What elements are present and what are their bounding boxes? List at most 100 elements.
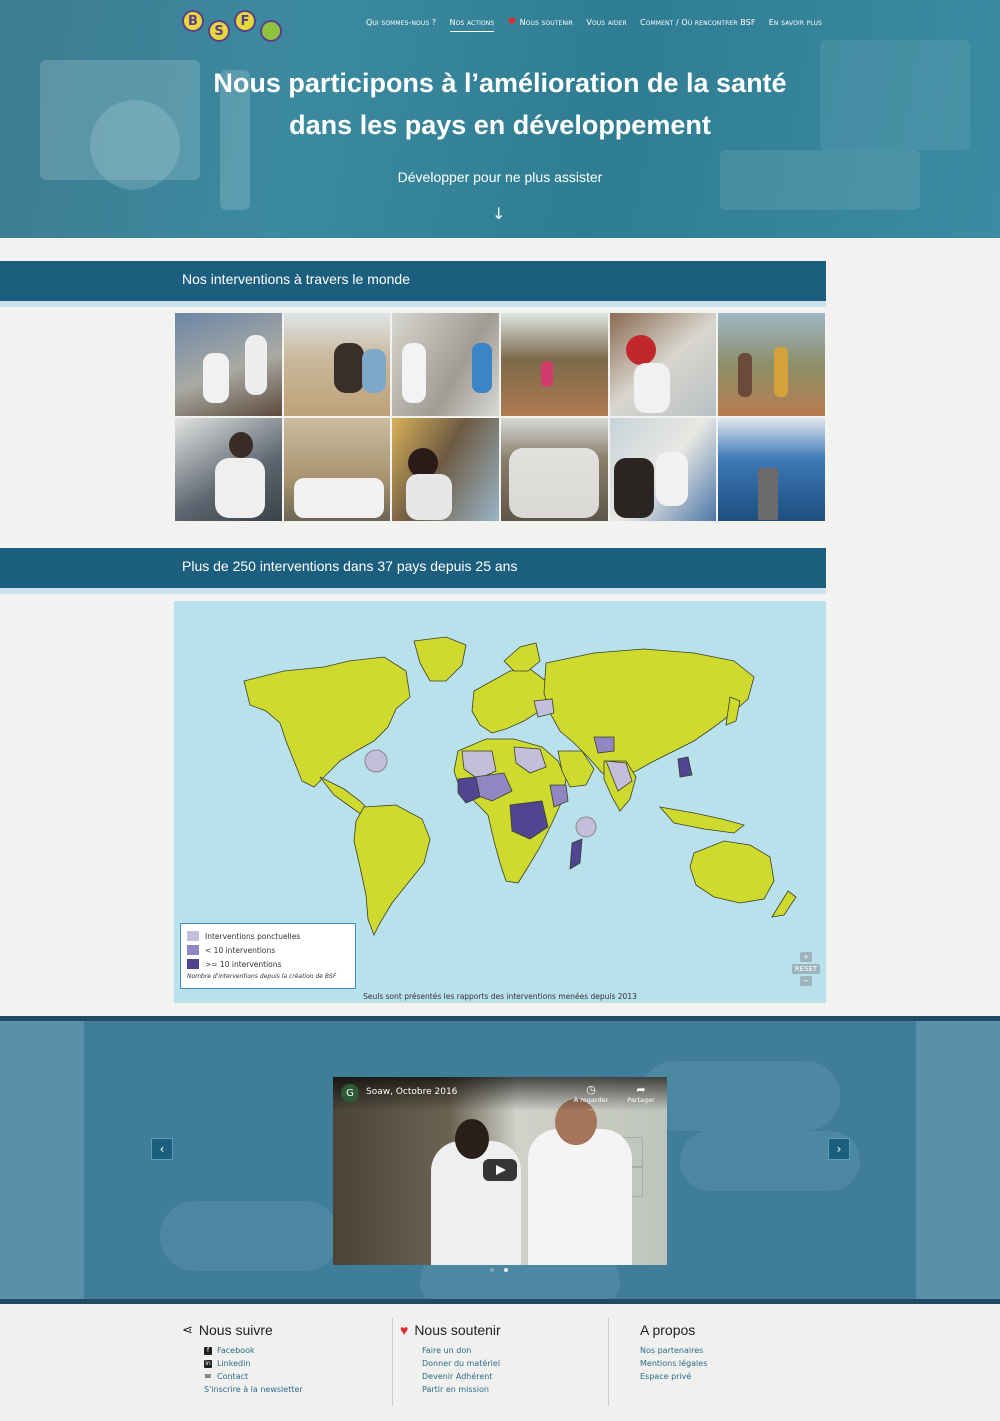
gallery-photo[interactable] <box>283 418 391 521</box>
footer-link-adherent[interactable]: Devenir Adhérent <box>422 1370 501 1383</box>
hero-title-line-1: Nous participons à l’amélioration de la … <box>213 68 787 98</box>
footer-follow-title: Nous suivre <box>198 1322 273 1338</box>
footer-link-facebook[interactable]: f Facebook <box>204 1344 303 1357</box>
footer-about: A propos Nos partenaires Mentions légale… <box>640 1322 707 1383</box>
carousel-dots <box>490 1268 508 1272</box>
footer-link-linkedin[interactable]: in Linkedin <box>204 1357 303 1370</box>
video-title[interactable]: Soaw, Octobre 2016 <box>366 1087 457 1097</box>
play-button[interactable] <box>483 1159 517 1181</box>
legend-item: >= 10 interventions <box>187 957 349 971</box>
logo-letter-s: S <box>208 20 230 42</box>
bsf-logo[interactable]: B S F <box>182 6 288 46</box>
footer-divider <box>392 1318 393 1406</box>
nav-en-savoir-plus[interactable]: En savoir plus <box>769 18 822 31</box>
map-indonesia <box>658 806 745 834</box>
map-region-dark <box>569 838 583 870</box>
footer-link-materiel[interactable]: Donner du matériel <box>422 1357 501 1370</box>
world-map[interactable]: Interventions ponctuelles < 10 intervent… <box>174 601 826 1003</box>
gallery-photo[interactable] <box>175 313 282 416</box>
gallery-photo[interactable] <box>175 418 282 521</box>
footer-follow-heading: ⋖ Nous suivre <box>182 1322 303 1338</box>
reset-button[interactable]: RESET <box>791 964 821 974</box>
map-controls: + RESET − <box>791 952 821 986</box>
gallery-photo[interactable] <box>609 313 717 416</box>
logo-letter-b: B <box>182 10 204 32</box>
footer-link-mentions[interactable]: Mentions légales <box>640 1357 707 1370</box>
map-australia <box>689 840 775 904</box>
legend-item: Interventions ponctuelles <box>187 929 349 943</box>
globe-icon <box>260 20 282 42</box>
share-button[interactable]: ➦ Partager <box>621 1083 661 1104</box>
footer-link-label: S'inscrire à la newsletter <box>204 1385 303 1394</box>
heart-icon: ♥ <box>507 17 517 28</box>
gallery-photo[interactable] <box>500 418 608 521</box>
footer-link-newsletter[interactable]: S'inscrire à la newsletter <box>204 1383 303 1396</box>
carousel-dot-active[interactable] <box>504 1268 508 1272</box>
gallery-photo[interactable] <box>392 418 499 521</box>
video-carousel: G Soaw, Octobre 2016 ◷ À regarder ... ➦ … <box>0 1016 1000 1304</box>
gallery-photo[interactable] <box>283 313 391 416</box>
map-legend: Interventions ponctuelles < 10 intervent… <box>180 923 356 989</box>
gallery-photo[interactable] <box>718 418 825 521</box>
footer-support: ♥ Nous soutenir Faire un don Donner du m… <box>400 1322 501 1396</box>
photo-gallery <box>175 313 825 521</box>
nav-comment-rencontrer[interactable]: Comment / Où rencontrer BSF <box>640 18 756 31</box>
zoom-in-button[interactable]: + <box>800 952 812 962</box>
logo-letter-f: F <box>234 10 256 32</box>
legend-label: Interventions ponctuelles <box>205 931 301 941</box>
map-new-zealand <box>771 890 797 918</box>
nav-nos-actions[interactable]: Nos actions <box>449 18 495 32</box>
facebook-icon: f <box>204 1346 212 1355</box>
map-zoom-callout-comoros <box>575 816 597 838</box>
carousel-side-left <box>0 1021 84 1299</box>
video-player[interactable]: G Soaw, Octobre 2016 ◷ À regarder ... ➦ … <box>333 1077 667 1265</box>
legend-swatch-dark <box>187 959 199 969</box>
gallery-photo[interactable] <box>609 418 717 521</box>
hero-banner: B S F Qui sommes-nous ? Nos actions ♥ Nou… <box>0 0 1000 238</box>
channel-avatar[interactable]: G <box>341 1084 359 1102</box>
legend-label: >= 10 interventions <box>205 959 282 969</box>
nav-vous-aider[interactable]: Vous aider <box>586 18 626 31</box>
zoom-out-button[interactable]: − <box>800 976 812 986</box>
gallery-photo[interactable] <box>718 313 825 416</box>
section-header-interventions: Nos interventions à travers le monde <box>0 261 826 301</box>
watch-later-label: À regarder ... <box>573 1096 609 1112</box>
carousel-next-button[interactable]: › <box>828 1138 850 1160</box>
watch-later-button[interactable]: ◷ À regarder ... <box>571 1083 611 1112</box>
carousel-prev-button[interactable]: ‹ <box>151 1138 173 1160</box>
map-greenland <box>413 636 467 682</box>
footer-support-heading: ♥ Nous soutenir <box>400 1322 501 1338</box>
map-region-mid <box>593 736 615 754</box>
gallery-photo[interactable] <box>500 313 608 416</box>
nav-qui-sommes-nous[interactable]: Qui sommes-nous ? <box>366 18 436 31</box>
scroll-down-arrow-icon[interactable]: ↓ <box>492 204 505 223</box>
nav-nous-soutenir[interactable]: ♥ Nous soutenir <box>508 17 574 32</box>
share-arrow-icon: ➦ <box>636 1083 646 1096</box>
legend-swatch-light <box>187 931 199 941</box>
footer-link-label: Linkedin <box>217 1359 251 1368</box>
footer-link-espace-prive[interactable]: Espace privé <box>640 1370 707 1383</box>
map-zoom-callout-caribbean <box>364 749 388 773</box>
legend-item: < 10 interventions <box>187 943 349 957</box>
footer-link-label: Facebook <box>217 1346 255 1355</box>
footer-follow: ⋖ Nous suivre f Facebook in Linkedin ✉ Cont… <box>182 1322 303 1396</box>
nav-nous-soutenir-label: Nous soutenir <box>519 18 574 27</box>
footer-link-contact[interactable]: ✉ Contact <box>204 1370 303 1383</box>
footer-link-don[interactable]: Faire un don <box>422 1344 501 1357</box>
gallery-photo[interactable] <box>392 313 499 416</box>
legend-note: Nombre d'interventions depuis la créatio… <box>187 973 337 980</box>
footer-support-title: Nous soutenir <box>414 1322 501 1338</box>
legend-swatch-mid <box>187 945 199 955</box>
map-scandinavia <box>503 642 541 672</box>
legend-label: < 10 interventions <box>205 945 276 955</box>
map-land <box>243 636 797 936</box>
footer-link-mission[interactable]: Partir en mission <box>422 1383 501 1396</box>
carousel-dot[interactable] <box>490 1268 494 1272</box>
map-region-dark <box>677 756 693 778</box>
hero-subtitle: Développer pour ne plus assister <box>397 169 603 185</box>
main-nav: Qui sommes-nous ? Nos actions ♥ Nous sout… <box>366 17 822 32</box>
footer-divider <box>608 1318 609 1406</box>
section-header-stats: Plus de 250 interventions dans 37 pays d… <box>0 548 826 588</box>
share-icon: ⋖ <box>182 1322 193 1337</box>
footer-link-partenaires[interactable]: Nos partenaires <box>640 1344 707 1357</box>
